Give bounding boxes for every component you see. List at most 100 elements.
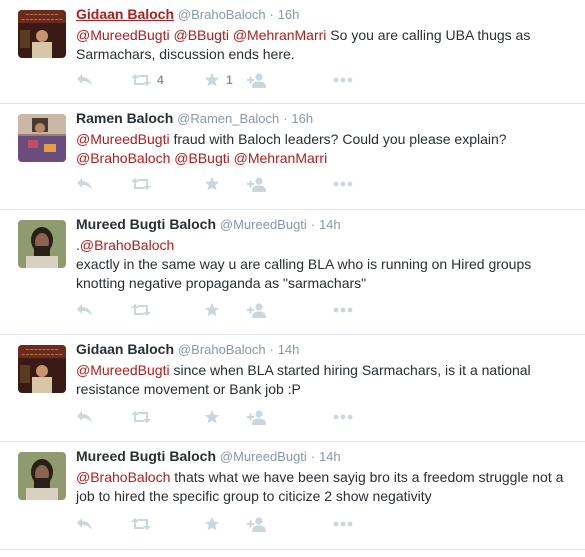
author-handle[interactable]: @MureedBugti bbox=[220, 217, 307, 232]
tweet-line: Sarmachars, discussion ends here. bbox=[76, 45, 577, 64]
retweet-icon bbox=[131, 177, 151, 191]
avatar[interactable]: ~~~~~~~~ ~~~~~~~~~~ bbox=[18, 345, 66, 393]
author-name[interactable]: Ramen Baloch bbox=[76, 110, 173, 126]
tweet-text-segment: So you are calling UBA thugs as bbox=[326, 27, 531, 43]
tweet-text: @MureedBugti fraud with Baloch leaders? … bbox=[76, 130, 577, 168]
timestamp[interactable]: 16h bbox=[291, 111, 313, 126]
reply-button[interactable] bbox=[76, 410, 131, 424]
follow-button[interactable] bbox=[247, 176, 333, 192]
author-handle[interactable]: @Ramen_Baloch bbox=[177, 111, 279, 126]
more-icon bbox=[333, 77, 353, 83]
tweet-text-segment: job to hired the specific group to citic… bbox=[76, 488, 432, 504]
retweet-icon bbox=[131, 73, 151, 87]
favorite-button[interactable] bbox=[204, 409, 247, 425]
tweet-text-segment: since when BLA started hiring Sarmachars… bbox=[169, 362, 531, 378]
tweet-text: @BrahoBaloch thats what we have been say… bbox=[76, 468, 577, 506]
retweet-icon bbox=[131, 303, 151, 317]
tweet-item[interactable]: Mureed Bugti Baloch @MureedBugti · 14h @… bbox=[0, 442, 585, 550]
svg-text:~~~~~~~~~~: ~~~~~~~~~~ bbox=[21, 17, 63, 23]
timestamp[interactable]: 14h bbox=[319, 449, 341, 464]
retweet-count: 4 bbox=[157, 73, 164, 87]
star-icon bbox=[204, 302, 220, 318]
reply-icon bbox=[76, 517, 93, 531]
reply-icon bbox=[76, 303, 93, 317]
tweet-text: @MureedBugti @BBugti @MehranMarri So you… bbox=[76, 26, 577, 64]
mention-link[interactable]: @BBugti bbox=[174, 150, 229, 166]
mention-link[interactable]: @MureedBugti bbox=[76, 27, 170, 43]
tweet-item[interactable]: Ramen Baloch @Ramen_Baloch · 16h @Mureed… bbox=[0, 104, 585, 210]
tweet-content: Mureed Bugti Baloch @MureedBugti · 14h .… bbox=[76, 215, 577, 293]
follow-icon bbox=[247, 409, 267, 425]
reply-button[interactable] bbox=[76, 73, 131, 87]
time-separator: · bbox=[283, 111, 288, 126]
favorite-button[interactable] bbox=[204, 516, 247, 532]
retweet-button[interactable] bbox=[131, 303, 204, 317]
mention-link[interactable]: @BBugti bbox=[173, 27, 228, 43]
tweet-text-segment: resistance movement or Bank job :P bbox=[76, 381, 301, 397]
more-button[interactable] bbox=[333, 307, 363, 313]
timestamp[interactable]: 16h bbox=[278, 7, 300, 22]
mention-link[interactable]: @BrahoBaloch bbox=[76, 469, 170, 485]
favorite-button[interactable] bbox=[204, 302, 247, 318]
retweet-icon bbox=[131, 517, 151, 531]
star-icon bbox=[204, 72, 220, 88]
follow-button[interactable] bbox=[247, 72, 333, 88]
author-name[interactable]: Gidaan Baloch bbox=[76, 6, 174, 22]
avatar[interactable] bbox=[18, 114, 66, 162]
tweet-content: Ramen Baloch @Ramen_Baloch · 16h @Mureed… bbox=[76, 109, 577, 168]
follow-button[interactable] bbox=[247, 302, 333, 318]
avatar[interactable] bbox=[18, 452, 66, 500]
author-name[interactable]: Mureed Bugti Baloch bbox=[76, 216, 216, 232]
svg-text:~~~~~~~~~~: ~~~~~~~~~~ bbox=[21, 352, 63, 358]
more-button[interactable] bbox=[333, 77, 363, 83]
retweet-icon bbox=[131, 410, 151, 424]
timestamp[interactable]: 14h bbox=[278, 342, 300, 357]
author-handle[interactable]: @MureedBugti bbox=[220, 449, 307, 464]
star-icon bbox=[204, 409, 220, 425]
retweet-button[interactable] bbox=[131, 517, 204, 531]
tweet-text-segment: exactly in the same way u are calling BL… bbox=[76, 256, 532, 272]
tweet-header: Mureed Bugti Baloch @MureedBugti · 14h bbox=[76, 447, 577, 466]
follow-icon bbox=[247, 516, 267, 532]
tweet-item[interactable]: ~~~~~~~~ ~~~~~~~~~~ Gidaan Baloch @Braho… bbox=[0, 335, 585, 442]
mention-link[interactable]: @MureedBugti bbox=[76, 131, 170, 147]
follow-button[interactable] bbox=[247, 516, 333, 532]
time-separator: · bbox=[269, 7, 274, 22]
mention-link[interactable]: @BrahoBaloch bbox=[76, 150, 170, 166]
retweet-button[interactable]: 4 bbox=[131, 73, 204, 87]
favorite-button[interactable] bbox=[204, 176, 247, 192]
follow-button[interactable] bbox=[247, 409, 333, 425]
author-name[interactable]: Gidaan Baloch bbox=[76, 341, 174, 357]
favorite-button[interactable]: 1 bbox=[204, 72, 247, 88]
mention-link[interactable]: @MureedBugti bbox=[76, 362, 170, 378]
more-icon bbox=[333, 307, 353, 313]
favorite-count: 1 bbox=[226, 73, 233, 87]
mention-link[interactable]: @MehranMarri bbox=[233, 27, 327, 43]
reply-button[interactable] bbox=[76, 303, 131, 317]
tweet-line: .@BrahoBaloch bbox=[76, 236, 577, 255]
tweet-item[interactable]: ~~~~~~~~ ~~~~~~~~~~ Gidaan Baloch @Braho… bbox=[0, 0, 585, 104]
mention-link[interactable]: @MehranMarri bbox=[234, 150, 328, 166]
more-button[interactable] bbox=[333, 181, 363, 187]
author-name[interactable]: Mureed Bugti Baloch bbox=[76, 448, 216, 464]
more-button[interactable] bbox=[333, 414, 363, 420]
tweet-text-segment: thats what we have been sayig bro its a … bbox=[170, 469, 564, 485]
more-icon bbox=[333, 521, 353, 527]
reply-button[interactable] bbox=[76, 517, 131, 531]
tweet-line: @MureedBugti @BBugti @MehranMarri So you… bbox=[76, 26, 577, 45]
author-handle[interactable]: @BrahoBaloch bbox=[178, 7, 266, 22]
tweet-line: knotting negative propaganda as "sarmach… bbox=[76, 274, 577, 293]
retweet-button[interactable] bbox=[131, 177, 204, 191]
tweet-item[interactable]: Mureed Bugti Baloch @MureedBugti · 14h .… bbox=[0, 210, 585, 335]
timestamp[interactable]: 14h bbox=[319, 217, 341, 232]
mention-link[interactable]: @BrahoBaloch bbox=[80, 237, 174, 253]
more-button[interactable] bbox=[333, 521, 363, 527]
follow-icon bbox=[247, 302, 267, 318]
avatar[interactable] bbox=[18, 220, 66, 268]
tweet-line: job to hired the specific group to citic… bbox=[76, 487, 577, 506]
retweet-button[interactable] bbox=[131, 410, 204, 424]
author-handle[interactable]: @BrahoBaloch bbox=[178, 342, 266, 357]
tweet-content: Mureed Bugti Baloch @MureedBugti · 14h @… bbox=[76, 447, 577, 506]
avatar[interactable]: ~~~~~~~~ ~~~~~~~~~~ bbox=[18, 10, 66, 58]
reply-button[interactable] bbox=[76, 177, 131, 191]
